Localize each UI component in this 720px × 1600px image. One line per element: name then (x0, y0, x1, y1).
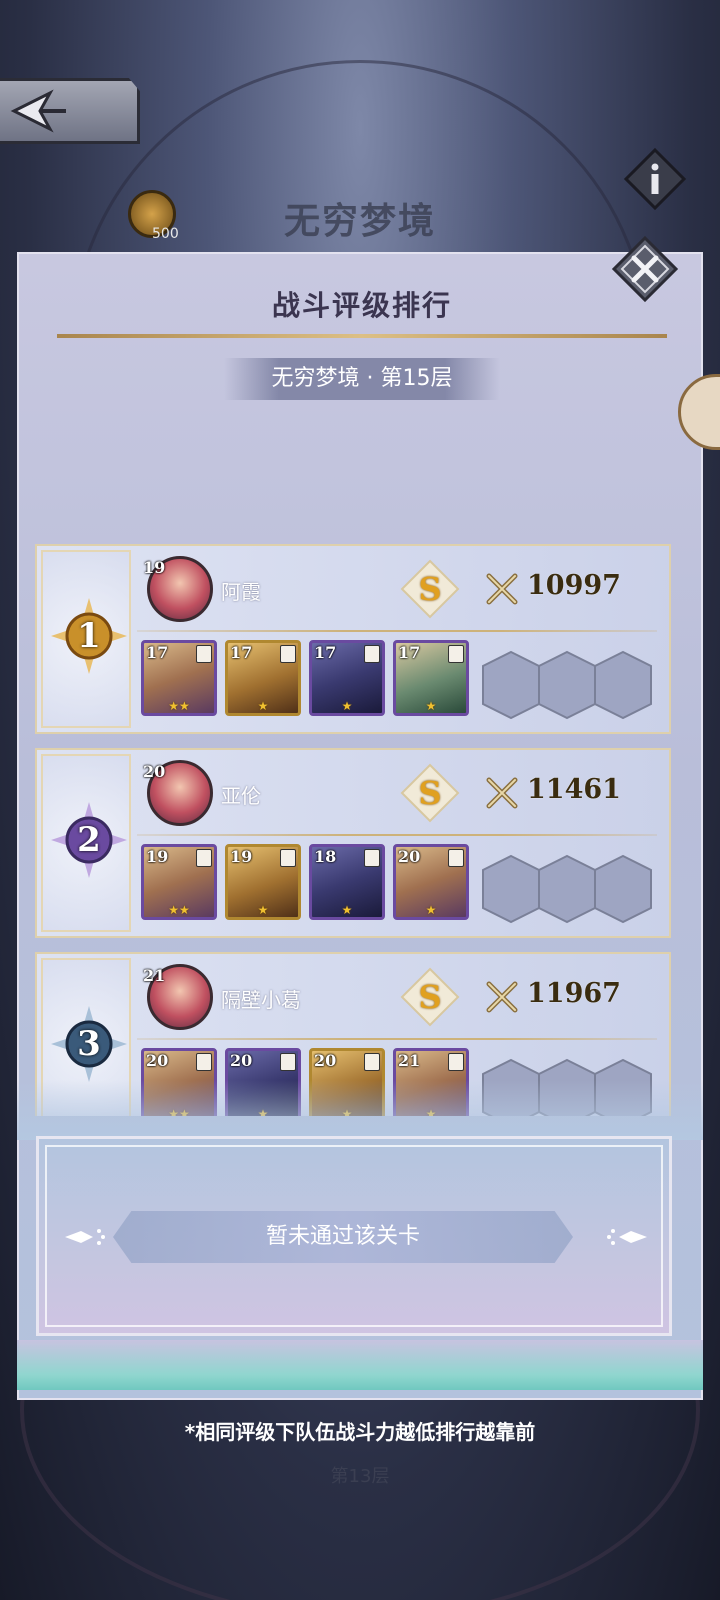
class-icon (196, 849, 212, 867)
grade-badge: S (399, 558, 461, 620)
back-button[interactable] (0, 78, 140, 144)
hero-level: 20 (314, 1051, 337, 1070)
class-icon (280, 645, 296, 663)
ornament-right-icon (607, 1229, 647, 1245)
hero-portrait[interactable]: 17 ★★ (141, 640, 217, 716)
rank-badge: 2 (49, 800, 129, 880)
ranking-row[interactable]: 2 20 亚伦 S 11461 19 ★★ 19 ★ 18 ★ 20 ★ (35, 748, 671, 938)
close-button[interactable] (610, 234, 680, 304)
ornament-left-icon (65, 1229, 105, 1245)
crossed-swords-icon (485, 776, 519, 810)
class-icon (280, 1053, 296, 1071)
empty-slot-icon (537, 650, 597, 720)
grade-badge: S (399, 966, 461, 1028)
power-value: 10997 (527, 570, 621, 601)
info-icon (623, 147, 687, 211)
class-icon (364, 1053, 380, 1071)
status-bar: 暂未通过该关卡 (113, 1211, 573, 1263)
rank-cell: 2 (41, 754, 131, 932)
back-arrow-icon (10, 89, 66, 133)
rank-badge: 3 (49, 1004, 129, 1084)
hero-stars: ★ (425, 699, 437, 713)
hero-level: 20 (398, 847, 421, 866)
hero-level: 18 (314, 847, 337, 866)
rank-cell: 1 (41, 550, 131, 728)
hero-stars: ★★ (168, 699, 190, 713)
hero-level: 19 (146, 847, 169, 866)
class-icon (280, 849, 296, 867)
hero-stars: ★ (341, 699, 353, 713)
hero-level: 17 (230, 643, 253, 662)
grade-badge: S (399, 762, 461, 824)
my-rank-box: 暂未通过该关卡 (36, 1136, 672, 1336)
hero-level: 17 (146, 643, 169, 662)
avatar-level: 19 (143, 558, 166, 577)
grade-letter: S (418, 570, 442, 608)
class-icon (448, 645, 464, 663)
close-icon (611, 235, 679, 303)
rank-number: 3 (77, 1024, 101, 1064)
info-button[interactable] (622, 146, 688, 212)
hero-level: 21 (398, 1051, 421, 1070)
list-fade (17, 1080, 703, 1140)
ranking-footnote: *相同评级下队伍战斗力越低排行越靠前 (184, 1420, 536, 1444)
class-icon (448, 849, 464, 867)
player-name: 隔壁小葛 (221, 988, 301, 1012)
hero-level: 17 (398, 643, 421, 662)
class-icon (196, 645, 212, 663)
empty-slot-icon (593, 650, 653, 720)
player-name: 阿霞 (221, 580, 261, 604)
empty-slot-icon (537, 854, 597, 924)
hero-portrait[interactable]: 17 ★ (393, 640, 469, 716)
level-subtitle: 无穷梦境 · 第15层 (224, 358, 500, 400)
hero-portrait[interactable]: 19 ★★ (141, 844, 217, 920)
hero-portrait[interactable]: 17 ★ (225, 640, 301, 716)
empty-slot-icon (481, 650, 541, 720)
background-floor-label: 第13层 (330, 1466, 390, 1487)
title-divider (57, 334, 667, 338)
power-value: 11461 (527, 774, 621, 805)
hero-level: 20 (230, 1051, 253, 1070)
hero-portrait[interactable]: 18 ★ (309, 844, 385, 920)
grade-letter: S (418, 978, 442, 1016)
crossed-swords-icon (485, 572, 519, 606)
rank-number: 2 (77, 820, 101, 860)
rank-badge: 1 (49, 596, 129, 676)
ranking-list[interactable]: 1 19 阿霞 S 10997 17 ★★ 17 ★ 17 ★ 17 ★ 2 2… (35, 544, 671, 1116)
row-divider (137, 834, 657, 836)
hero-portrait[interactable]: 20 ★ (393, 844, 469, 920)
row-divider (137, 1038, 657, 1040)
hero-stars: ★ (341, 903, 353, 917)
hero-stars: ★ (257, 903, 269, 917)
class-icon (364, 849, 380, 867)
hero-level: 20 (146, 1051, 169, 1070)
hero-level: 17 (314, 643, 337, 662)
row-divider (137, 630, 657, 632)
rank-number: 1 (77, 616, 101, 656)
empty-slot-icon (481, 854, 541, 924)
class-icon (196, 1053, 212, 1071)
hero-stars: ★ (425, 903, 437, 917)
ranking-row[interactable]: 1 19 阿霞 S 10997 17 ★★ 17 ★ 17 ★ 17 ★ (35, 544, 671, 734)
class-icon (448, 1053, 464, 1071)
power-value: 11967 (527, 978, 621, 1009)
hero-portrait[interactable]: 19 ★ (225, 844, 301, 920)
hero-stars: ★ (257, 699, 269, 713)
panel-title: 战斗评级排行 (271, 289, 452, 322)
panel-bottom-glow (17, 1340, 703, 1390)
empty-slot-icon (593, 854, 653, 924)
grade-letter: S (418, 774, 442, 812)
avatar-level: 20 (143, 762, 166, 781)
hero-stars: ★★ (168, 903, 190, 917)
player-name: 亚伦 (221, 784, 261, 808)
hero-level: 19 (230, 847, 253, 866)
class-icon (364, 645, 380, 663)
hero-portrait[interactable]: 17 ★ (309, 640, 385, 716)
crossed-swords-icon (485, 980, 519, 1014)
avatar-level: 21 (143, 966, 166, 985)
